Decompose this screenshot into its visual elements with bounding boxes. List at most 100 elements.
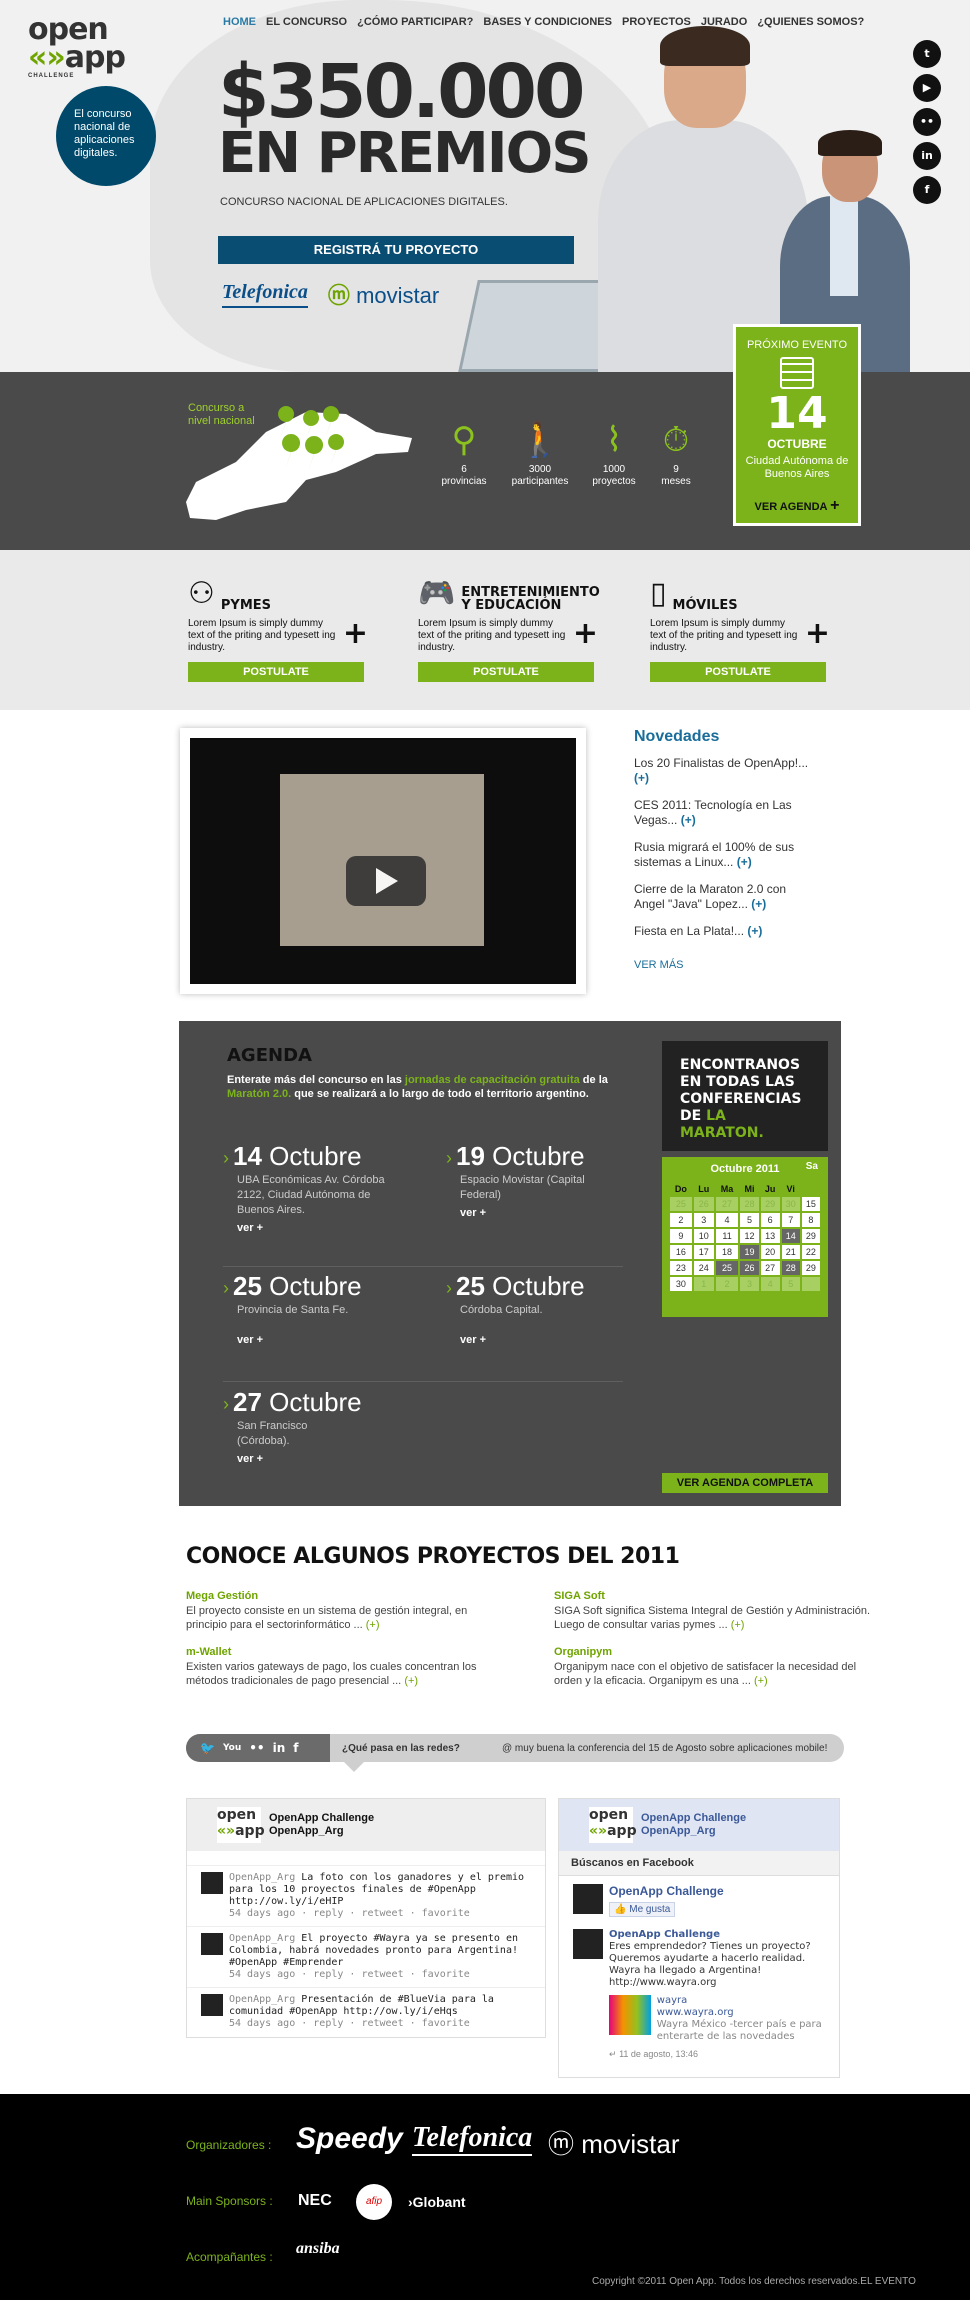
facebook-icon[interactable]: f [913,176,941,204]
full-agenda-button[interactable]: VER AGENDA COMPLETA [662,1473,828,1493]
calendar-day[interactable]: 21 [781,1245,800,1259]
nav-quienes-somos[interactable]: ¿QUIENES SOMOS? [752,14,869,30]
calendar-day[interactable]: 30 [781,1197,800,1211]
postulate-button-entretenimiento[interactable]: POSTULATE [418,662,594,682]
calendar-day[interactable]: 13 [760,1229,780,1243]
calendar-day[interactable]: 1 [693,1277,714,1291]
postulate-button-moviles[interactable]: POSTULATE [650,662,826,682]
afip-logo[interactable]: afip [356,2184,392,2220]
flickr-icon[interactable]: •• [913,108,941,136]
project-name[interactable]: SIGA Soft [554,1590,874,1602]
nav-home[interactable]: HOME [218,14,261,30]
view-agenda-link[interactable]: VER AGENDA + [736,497,858,515]
news-item[interactable]: Fiesta en La Plata!... (+) [634,924,814,939]
calendar-day[interactable]: 3 [740,1277,759,1291]
register-project-button[interactable]: REGISTRÁ TU PROYECTO [218,236,574,264]
event-more-link[interactable]: ver + [223,1453,423,1465]
nav-bases-condiciones[interactable]: BASES Y CONDICIONES [478,14,617,30]
globant-logo[interactable]: ›Globant [408,2194,466,2210]
movistar-logo[interactable]: ⓜ movistar [548,2124,680,2161]
see-more-news-link[interactable]: VER MÁS [634,959,814,971]
project-name[interactable]: Mega Gestión [186,1590,506,1602]
calendar-day[interactable]: 5 [781,1277,800,1291]
ansiba-logo[interactable]: ansiba [296,2240,340,2258]
calendar-day[interactable]: 11 [715,1229,739,1243]
calendar-day[interactable]: 6 [760,1213,780,1227]
like-button[interactable]: 👍 Me gusta [609,1902,676,1917]
calendar-day[interactable]: 3 [693,1213,714,1227]
youtube-icon[interactable]: You [223,1743,241,1753]
calendar-day[interactable]: 24 [693,1261,714,1275]
linkedin-icon[interactable]: in [273,1741,286,1755]
calendar-day[interactable]: 2 [715,1277,739,1291]
calendar-day[interactable]: 22 [801,1245,820,1259]
video-player[interactable] [190,738,576,984]
linkedin-icon[interactable]: in [913,142,941,170]
twitter-icon[interactable]: t [913,40,941,68]
play-button-icon[interactable] [346,856,426,906]
calendar-day[interactable]: 15 [801,1197,820,1211]
project-more-link[interactable]: (+) [404,1675,418,1687]
project-name[interactable]: Organipym [554,1646,874,1658]
calendar-day[interactable]: 29 [760,1197,780,1211]
post-attachment[interactable]: wayra www.wayra.org Wayra México -tercer p… [609,1995,825,2043]
nec-logo[interactable]: NEC [298,2192,332,2210]
calendar-day[interactable]: 20 [760,1245,780,1259]
calendar-day[interactable]: 7 [781,1213,800,1227]
calendar-day[interactable]: 27 [715,1197,739,1211]
news-item[interactable]: Los 20 Finalistas de OpenApp!... (+) [634,756,814,786]
plus-icon[interactable]: + [573,616,598,651]
telefonica-logo[interactable]: Telefonica [412,2122,533,2156]
youtube-icon[interactable]: ▶ [913,74,941,102]
calendar-day[interactable]: 29 [801,1229,820,1243]
facebook-icon[interactable]: f [293,1741,298,1755]
event-more-link[interactable]: ver + [223,1334,423,1346]
calendar-day[interactable]: 29 [801,1261,820,1275]
calendar-day[interactable]: 10 [693,1229,714,1243]
project-more-link[interactable]: (+) [754,1675,768,1687]
calendar-day[interactable]: 25 [670,1197,692,1211]
calendar-day[interactable]: 14 [781,1229,800,1243]
latest-tweet[interactable]: @ muy buena la conferencia del 15 de Ago… [502,1743,827,1754]
calendar-day[interactable]: 19 [740,1245,759,1259]
postulate-button-pymes[interactable]: POSTULATE [188,662,364,682]
calendar-day[interactable]: 25 [715,1261,739,1275]
event-more-link[interactable]: ver + [223,1222,423,1234]
tweet[interactable]: OpenApp_Arg Presentación de #BlueVia par… [187,1987,545,2036]
calendar-day[interactable]: 17 [693,1245,714,1259]
calendar-day[interactable]: 16 [670,1245,692,1259]
calendar-day[interactable]: 26 [740,1261,759,1275]
calendar-day[interactable]: 12 [740,1229,759,1243]
calendar-day[interactable]: 18 [715,1245,739,1259]
flickr-icon[interactable]: •• [249,1741,264,1755]
news-item[interactable]: Cierre de la Maraton 2.0 con Angel "Java… [634,882,814,912]
calendar-day[interactable]: 27 [760,1261,780,1275]
calendar-day[interactable]: 28 [740,1197,759,1211]
calendar-day[interactable]: 26 [693,1197,714,1211]
event-more-link[interactable]: ver + [446,1334,646,1346]
calendar-day[interactable]: 30 [670,1277,692,1291]
project-name[interactable]: m-Wallet [186,1646,506,1658]
twitter-icon[interactable]: 🐦 [200,1741,215,1755]
calendar-day[interactable]: 4 [760,1277,780,1291]
calendar-day[interactable]: 9 [670,1229,692,1243]
tweet[interactable]: OpenApp_Arg El proyecto #Wayra ya se pre… [187,1926,545,1987]
plus-icon[interactable]: + [343,616,368,651]
tweet[interactable]: OpenApp_Arg La foto con los ganadores y … [187,1865,545,1926]
speedy-logo[interactable]: Speedy [296,2122,403,2156]
calendar-day[interactable]: 5 [740,1213,759,1227]
calendar-day[interactable]: 4 [715,1213,739,1227]
event-more-link[interactable]: ver + [446,1207,646,1219]
plus-icon[interactable]: + [805,616,830,651]
calendar-day[interactable]: 28 [781,1261,800,1275]
calendar-day[interactable]: 2 [670,1213,692,1227]
openapp-logo[interactable]: open «»app CHALLENGE [28,15,126,80]
calendar-day[interactable] [801,1277,820,1291]
project-more-link[interactable]: (+) [366,1619,380,1631]
el-evento-link[interactable]: EL EVENTO [860,2276,916,2287]
calendar-day[interactable]: 23 [670,1261,692,1275]
nav-como-participar[interactable]: ¿CÓMO PARTICIPAR? [352,14,478,30]
news-item[interactable]: Rusia migrará el 100% de sus sistemas a … [634,840,814,870]
project-more-link[interactable]: (+) [731,1619,745,1631]
calendar-day[interactable]: 8 [801,1213,820,1227]
